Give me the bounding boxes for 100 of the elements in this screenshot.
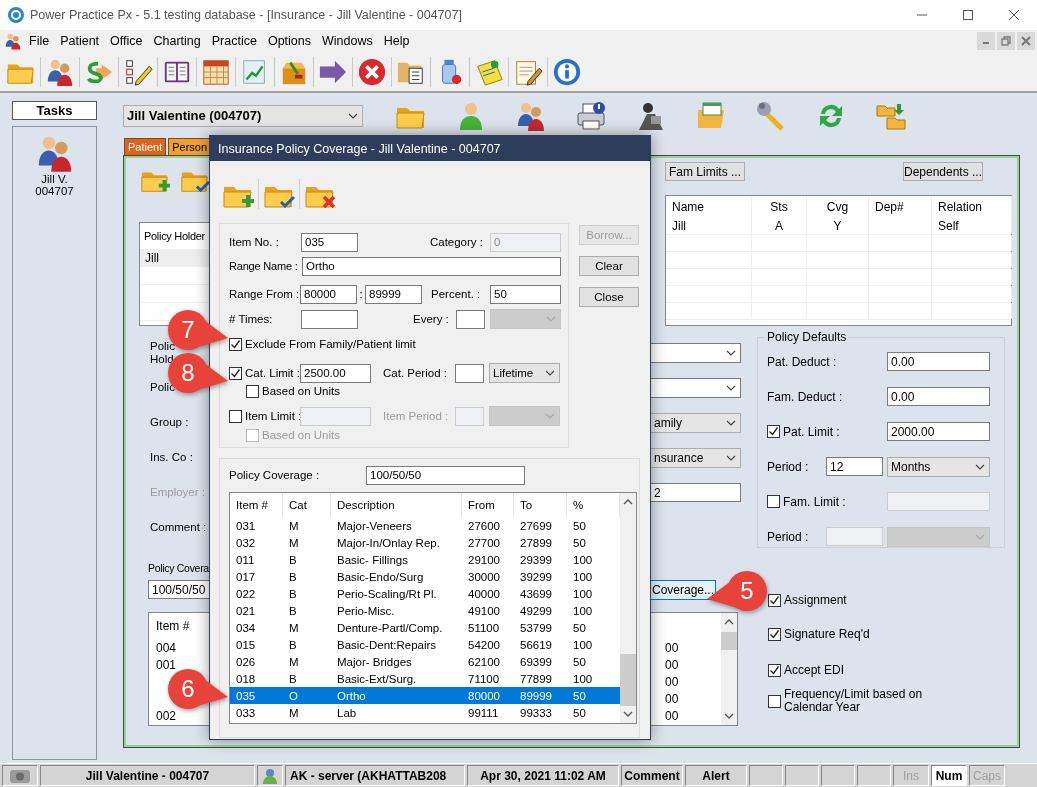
table-cell-text: 100 [572,569,594,585]
fam-limits-button[interactable]: Fam Limits ... [665,162,745,181]
table-row[interactable]: 011 B Basic- Fillings 29100 29399 100 [230,551,620,568]
table-cell-text: Basic-Ext/Surg. [336,671,418,687]
field-label: Cat. Period : [382,367,448,379]
table-row[interactable]: 022 B Perio-Scaling/Rt Pl. 40000 43699 100 [230,585,620,602]
table-row[interactable]: 015 B Basic-Dent:Repairs 54200 56619 100 [230,636,620,653]
table-row[interactable]: 034 M Denture-Partl/Comp. 51100 53799 50 [230,619,620,636]
text-field[interactable]: 0.00 [887,387,990,406]
checkbox[interactable] [229,366,242,380]
text-field[interactable] [455,363,484,383]
table-row[interactable]: 021 B Perio-Misc. 49100 49299 100 [230,602,620,619]
text-field[interactable]: 12 [826,457,883,476]
table-row[interactable]: 018 B Basic-Ext/Surg. 71100 77899 100 [230,670,620,687]
chevron-icon [348,112,358,119]
text-field[interactable]: 80000 [300,284,357,304]
close-icon [1021,36,1031,46]
close-icon[interactable] [357,56,387,87]
checkbox[interactable] [767,425,780,438]
scroll-up-icon[interactable] [623,499,633,505]
table-cell-text: M [288,705,300,721]
scrollbar-thumb[interactable] [721,632,737,650]
menu-item[interactable]: Office [105,34,148,48]
checkbox[interactable] [768,663,781,677]
table-row[interactable]: 017 B Basic-Endo/Surg 30000 39299 100 [230,568,620,585]
tab[interactable]: Patient [124,138,167,155]
table-cell-text: 43699 [519,586,553,602]
text-field[interactable]: Ortho [302,256,561,276]
dropdown[interactable]: Lifetime [489,363,560,383]
checkbox[interactable] [768,694,781,708]
printer-icon[interactable] [575,99,607,132]
table-cell-text: 49299 [519,603,553,619]
text-field[interactable] [301,309,358,329]
dropdown[interactable]: nsurance [650,447,741,468]
dropdown[interactable]: Months [887,456,990,477]
table-cell-text: 50 [572,518,587,534]
text-field[interactable]: 2000.00 [887,422,990,441]
menu-item[interactable]: Help [378,34,415,48]
table-cell-text: 021 [235,603,257,619]
people-icon[interactable] [4,32,22,50]
text-field[interactable]: 89999 [365,284,422,304]
status-text: AK - server (AKHATTAB208 [285,765,465,786]
patient-selector[interactable]: Jill Valentine (004707) [123,104,363,127]
text-field[interactable] [456,309,485,329]
menu-item[interactable]: Options [262,34,316,48]
minimize-button[interactable] [977,32,995,50]
list-cell-text: 00 [664,656,680,673]
separator-label: : [358,288,364,300]
coverage-button[interactable]: Coverage... [650,580,716,600]
table-cell-text: B [288,569,298,585]
dropdown[interactable] [650,377,741,398]
menu-item[interactable]: Charting [148,34,206,48]
menu-item[interactable]: Patient [55,34,105,48]
close-button[interactable] [1017,32,1035,50]
checkbox[interactable] [246,384,259,398]
table-row[interactable]: 032 M Major-In/Onlay Rep. 27700 27899 50 [230,534,620,551]
table-cell-text: 29399 [519,552,553,568]
field-label: Fam. Deduct : [767,389,844,404]
tab[interactable]: Person [168,138,212,155]
table-cell-text: 49100 [467,603,501,619]
field-label: Item No. : [229,236,280,248]
table-row[interactable]: 031 M Major-Veneers 27600 27699 50 [230,517,620,534]
text-field[interactable]: 100/50/50 [366,465,525,485]
checkbox[interactable] [768,627,781,641]
table-row[interactable]: 033 M Lab 99111 99333 50 [230,704,620,721]
key-indicator: Num [931,765,967,786]
menu-item[interactable]: Windows [317,34,378,48]
checkbox[interactable] [768,593,781,607]
chevron-icon [726,384,736,391]
table-cell-text: B [288,603,298,619]
panel-title: Tasks [12,101,97,120]
text-field[interactable]: 0.00 [887,352,990,371]
table-row[interactable]: 026 M Major- Bridges 62100 69399 50 [230,653,620,670]
button[interactable]: Close [579,287,639,307]
menu-item[interactable]: File [24,34,55,48]
table-cell-text: 39299 [519,569,553,585]
dropdown[interactable]: amily [650,412,741,433]
table-cell-text: 026 [235,654,257,670]
dropdown[interactable] [650,342,741,363]
scrollbar[interactable] [721,613,737,725]
text-field[interactable] [455,406,484,426]
table-cell-text: 50 [572,620,587,636]
scrollbar-thumb[interactable] [620,654,636,706]
scroll-down-icon [623,711,633,717]
text-field[interactable]: 035 [301,232,358,252]
scroll-up-icon[interactable] [724,619,734,625]
scrollbar[interactable] [620,493,636,723]
table-row[interactable]: 035 O Ortho 80000 89999 50 [230,687,620,704]
status-text: Jill Valentine - 004707 [40,765,255,786]
restore-button[interactable] [997,32,1015,50]
table-cell-text: 100 [572,637,594,653]
text-field[interactable]: 50 [490,284,561,304]
table-cell-text: 034 [235,620,257,636]
menu-item[interactable]: Practice [206,34,262,48]
status-text: Alert [685,765,747,786]
button[interactable]: Clear [579,256,639,276]
info-icon[interactable] [552,56,582,87]
checkbox[interactable] [229,337,242,351]
dependents-button[interactable]: Dependents ... [903,162,983,181]
text-field[interactable]: 2500.00 [300,363,371,383]
